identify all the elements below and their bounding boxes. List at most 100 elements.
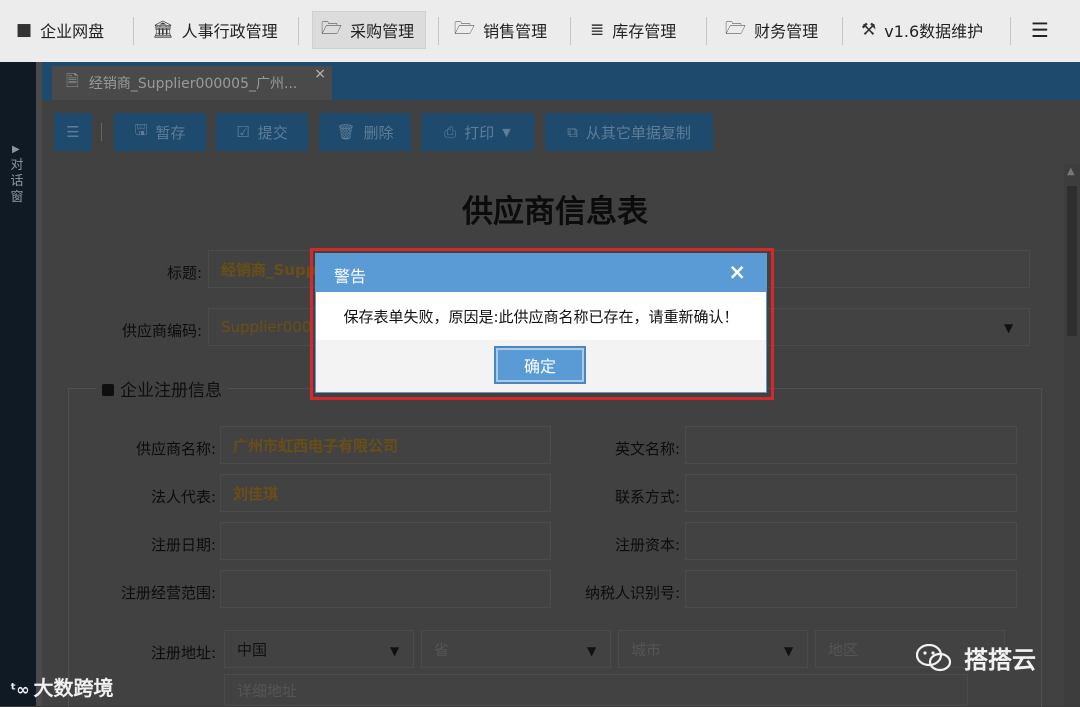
collapse-icon[interactable]	[102, 384, 114, 396]
title-label: 标题:	[166, 264, 202, 282]
watermark-left-text: 大数跨境	[33, 676, 114, 700]
bank-icon: 🏛	[152, 20, 174, 40]
scrollbar-thumb[interactable]	[1067, 186, 1077, 336]
watermark-left: ᵗ∞ 大数跨境	[10, 672, 114, 701]
registered-capital-label: 注册资本:	[614, 536, 680, 554]
hamburger-menu-icon[interactable]: ☰	[1031, 11, 1049, 49]
registration-date-input[interactable]	[220, 522, 551, 560]
submit-label: 提交	[257, 123, 288, 142]
watermark-right-text: 搭搭云	[964, 646, 1036, 674]
hammer-icon: ⚒	[861, 20, 877, 40]
nav-item-label: 库存管理	[612, 22, 677, 41]
country-select[interactable]: 中国	[224, 630, 414, 668]
registration-date-label: 注册日期:	[150, 536, 216, 554]
wechat-icon	[916, 643, 952, 671]
nav-item-label: v1.6数据维护	[884, 22, 984, 41]
nav-separator	[133, 17, 134, 45]
nav-item-label: 人事行政管理	[181, 22, 278, 41]
save-draft-button[interactable]: 🖫 暂存	[114, 113, 206, 151]
nav-item-label: 财务管理	[754, 22, 819, 41]
delete-label: 删除	[363, 123, 394, 142]
province-select[interactable]: 省	[421, 630, 611, 668]
list-view-button[interactable]: ☰	[54, 113, 92, 151]
nav-item-sales[interactable]: 🗁 销售管理	[454, 11, 547, 49]
submit-button[interactable]: ☑ 提交	[216, 113, 308, 151]
list-icon: ☰	[66, 123, 80, 141]
caret-down-icon: ▼	[502, 125, 511, 139]
top-navigation-bar: ■ 企业网盘 🏛 人事行政管理 🗁 采购管理 🗁 销售管理 ≣ 库存管理 🗁 财…	[0, 0, 1080, 63]
close-tab-icon[interactable]: ×	[314, 66, 326, 82]
form-title: 供应商信息表	[462, 194, 648, 230]
supplier-name-input[interactable]: 广州市虹西电子有限公司	[220, 426, 551, 464]
copy-icon: ⧉	[567, 123, 578, 141]
nav-item-inventory[interactable]: ≣ 库存管理	[590, 11, 676, 49]
tax-id-label: 纳税人识别号:	[584, 584, 680, 602]
section-title-text: 企业注册信息	[120, 381, 222, 401]
contact-label: 联系方式:	[614, 488, 680, 506]
registered-capital-input[interactable]	[685, 522, 1017, 560]
nav-separator	[842, 17, 843, 45]
copy-from-other-button[interactable]: ⧉ 从其它单据复制	[545, 113, 713, 151]
nav-item-purchase[interactable]: 🗁 采购管理	[312, 11, 426, 49]
nav-item-data-maintenance[interactable]: ⚒ v1.6数据维护	[861, 11, 983, 49]
watermark-right: 搭搭云	[916, 640, 1036, 675]
nav-separator	[298, 17, 299, 45]
dropdown-arrow-icon[interactable]: ▼	[784, 644, 793, 658]
close-icon[interactable]: ×	[728, 260, 746, 284]
warning-dialog: 警告 × 保存表单失败，原因是:此供应商名称已存在，请重新确认！ 确定	[315, 253, 767, 393]
document-tab-label: 经销商_Supplier000005_广州...	[88, 76, 298, 92]
delete-button[interactable]: 🗑 删除	[319, 113, 411, 151]
document-icon: 🗎	[66, 70, 79, 90]
nav-item-label: 企业网盘	[40, 22, 105, 41]
dialog-title: 警告	[334, 267, 367, 286]
tiktok-style-logo-icon: ᵗ∞	[10, 680, 30, 699]
scroll-up-icon[interactable]: ▲	[1067, 166, 1075, 177]
copy-from-other-label: 从其它单据复制	[585, 123, 691, 142]
business-scope-label: 注册经营范围:	[120, 584, 216, 602]
folder-open-icon: 🗁	[454, 18, 476, 39]
checkbox-icon: ☑	[236, 123, 250, 141]
nav-separator	[706, 17, 707, 45]
document-tab[interactable]: 🗎 经销商_Supplier000005_广州... ×	[52, 66, 332, 100]
nav-item-finance[interactable]: 🗁 财务管理	[725, 11, 818, 49]
database-icon: ≣	[590, 20, 605, 40]
dropdown-arrow-icon[interactable]: ▼	[1004, 321, 1013, 335]
folder-open-icon: 🗁	[321, 18, 343, 39]
dialog-message: 保存表单失败，原因是:此供应商名称已存在，请重新确认！	[316, 292, 766, 340]
registered-address-label: 注册地址:	[150, 644, 216, 662]
save-icon: 🖫	[134, 120, 148, 139]
business-scope-input[interactable]	[220, 570, 551, 608]
left-panel-label: 对话窗	[10, 158, 24, 205]
nav-item-hr[interactable]: 🏛 人事行政管理	[152, 11, 278, 49]
print-button[interactable]: ⎙ 打印 ▼	[421, 113, 534, 151]
expand-arrow-icon[interactable]: ▶	[12, 144, 20, 155]
folder-open-icon: 🗁	[725, 18, 747, 39]
tax-id-input[interactable]	[685, 570, 1017, 608]
legal-rep-label: 法人代表:	[150, 488, 216, 506]
confirm-button[interactable]: 确定	[494, 346, 586, 384]
detail-address-input[interactable]: 详细地址	[224, 674, 968, 706]
left-collapsed-panel[interactable]: ▶ 对话窗	[0, 62, 36, 706]
printer-icon: ⎙	[444, 123, 457, 141]
dialog-header: 警告 ×	[316, 254, 766, 292]
nav-separator	[570, 17, 571, 45]
folder-icon: ■	[16, 20, 33, 40]
save-draft-label: 暂存	[155, 123, 186, 142]
supplier-name-label: 供应商名称:	[135, 440, 216, 458]
trash-icon: 🗑	[336, 123, 356, 141]
dropdown-arrow-icon[interactable]: ▼	[390, 644, 399, 658]
registration-info-section-title[interactable]: 企业注册信息	[96, 376, 228, 401]
supplier-code-label: 供应商编码:	[121, 322, 202, 340]
english-name-input[interactable]	[685, 426, 1017, 464]
vertical-scrollbar[interactable]: ▲	[1064, 164, 1080, 706]
toolbar-separator	[101, 123, 102, 141]
print-label: 打印	[464, 123, 495, 142]
nav-separator	[438, 17, 439, 45]
legal-rep-input[interactable]: 刘佳琪	[220, 474, 551, 512]
nav-item-cloud-disk[interactable]: ■ 企业网盘	[16, 11, 104, 49]
contact-input[interactable]	[685, 474, 1017, 512]
city-select[interactable]: 城市	[618, 630, 808, 668]
nav-separator	[1010, 17, 1011, 45]
nav-item-label: 采购管理	[350, 22, 415, 41]
dropdown-arrow-icon[interactable]: ▼	[587, 644, 596, 658]
